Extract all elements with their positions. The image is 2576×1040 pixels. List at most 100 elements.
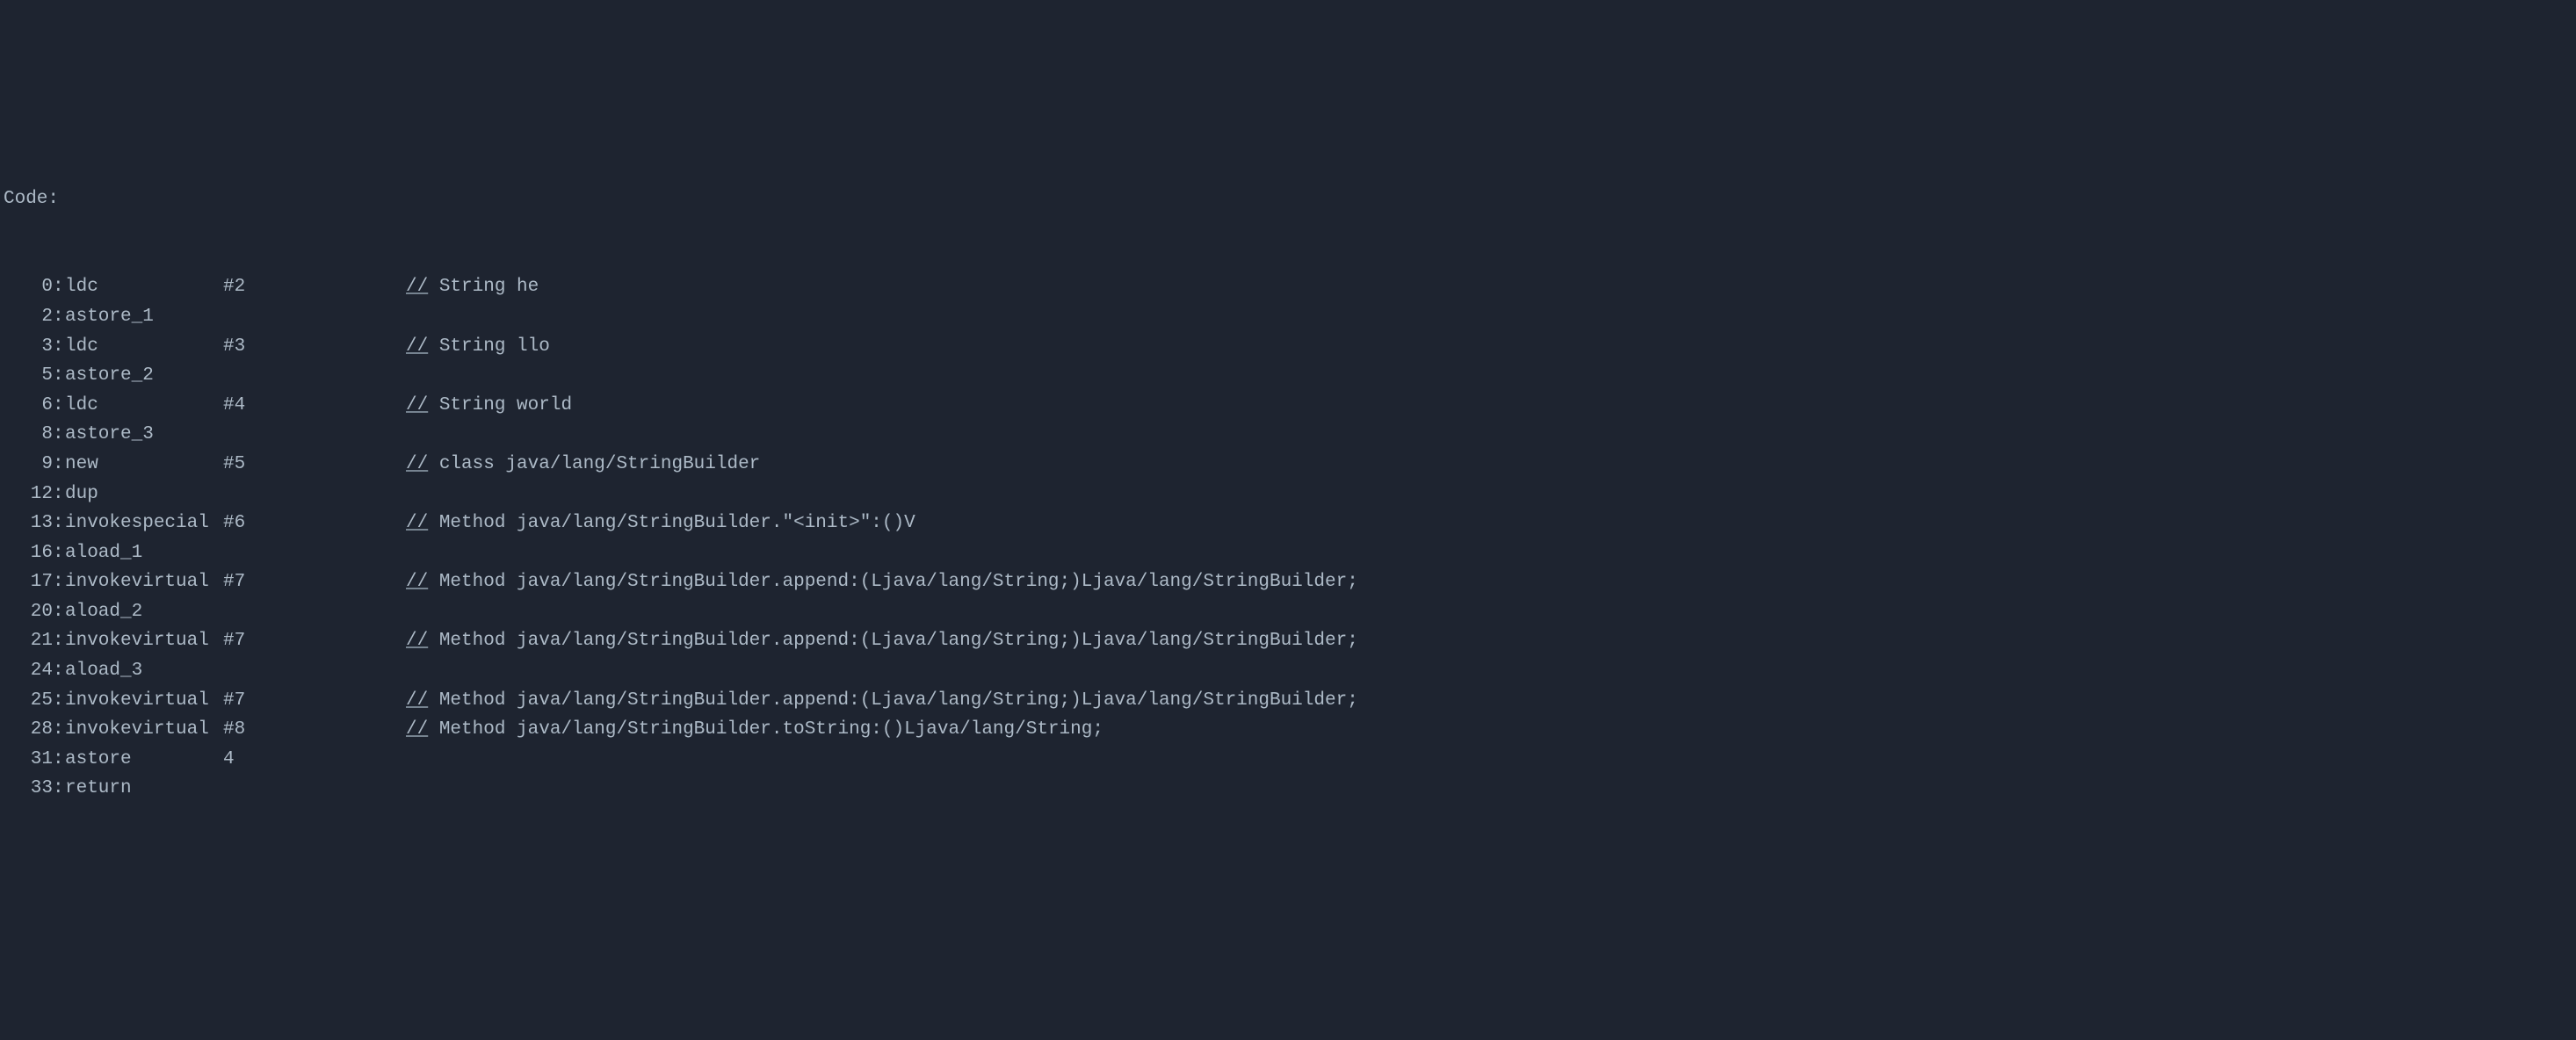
- instruction: astore_1: [65, 302, 223, 332]
- instruction: astore: [65, 745, 223, 775]
- colon: :: [53, 332, 65, 362]
- code-header: Code:: [0, 184, 2576, 214]
- instruction: astore_2: [65, 361, 223, 391]
- operand: #5: [223, 450, 406, 480]
- operand: #7: [223, 686, 406, 716]
- offset: 17: [0, 567, 53, 597]
- comment-prefix: //: [406, 626, 428, 656]
- colon: :: [53, 450, 65, 480]
- comment: Method java/lang/StringBuilder.toString:…: [428, 715, 1103, 745]
- bytecode-line: 25: invokevirtual#7// Method java/lang/S…: [0, 686, 2576, 716]
- operand: #8: [223, 715, 406, 745]
- comment-prefix: //: [406, 391, 428, 421]
- offset: 21: [0, 626, 53, 656]
- colon: :: [53, 480, 65, 509]
- offset: 0: [0, 272, 53, 302]
- bytecode-line: 20: aload_2: [0, 597, 2576, 627]
- comment-prefix: //: [406, 686, 428, 716]
- colon: :: [53, 656, 65, 686]
- bytecode-line: 2: astore_1: [0, 302, 2576, 332]
- comment: Method java/lang/StringBuilder.append:(L…: [428, 686, 1358, 716]
- colon: :: [53, 302, 65, 332]
- instruction: dup: [65, 480, 223, 509]
- colon: :: [53, 538, 65, 568]
- bytecode-line: 24: aload_3: [0, 656, 2576, 686]
- instruction: invokevirtual: [65, 715, 223, 745]
- instruction: ldc: [65, 332, 223, 362]
- operand: #2: [223, 272, 406, 302]
- bytecode-lines: 0: ldc#2// String he2: astore_13: ldc#3/…: [0, 272, 2576, 804]
- comment: class java/lang/StringBuilder: [428, 450, 760, 480]
- bytecode-line: 31: astore4: [0, 745, 2576, 775]
- instruction: new: [65, 450, 223, 480]
- instruction: invokevirtual: [65, 686, 223, 716]
- offset: 25: [0, 686, 53, 716]
- instruction: aload_3: [65, 656, 223, 686]
- bytecode-line: 0: ldc#2// String he: [0, 272, 2576, 302]
- bytecode-line: 17: invokevirtual#7// Method java/lang/S…: [0, 567, 2576, 597]
- bytecode-line: 5: astore_2: [0, 361, 2576, 391]
- colon: :: [53, 686, 65, 716]
- colon: :: [53, 597, 65, 627]
- offset: 24: [0, 656, 53, 686]
- offset: 8: [0, 420, 53, 450]
- offset: 6: [0, 391, 53, 421]
- header-text: Code:: [4, 184, 59, 214]
- instruction: aload_2: [65, 597, 223, 627]
- colon: :: [53, 391, 65, 421]
- comment-prefix: //: [406, 715, 428, 745]
- colon: :: [53, 509, 65, 538]
- comment-prefix: //: [406, 332, 428, 362]
- colon: :: [53, 361, 65, 391]
- bytecode-line: 21: invokevirtual#7// Method java/lang/S…: [0, 626, 2576, 656]
- operand: #3: [223, 332, 406, 362]
- offset: 31: [0, 745, 53, 775]
- instruction: astore_3: [65, 420, 223, 450]
- instruction: invokevirtual: [65, 567, 223, 597]
- colon: :: [53, 715, 65, 745]
- instruction: ldc: [65, 391, 223, 421]
- bytecode-line: 9: new#5// class java/lang/StringBuilder: [0, 450, 2576, 480]
- operand: 4: [223, 745, 406, 775]
- bytecode-line: 12: dup: [0, 480, 2576, 509]
- operand: #7: [223, 567, 406, 597]
- colon: :: [53, 774, 65, 804]
- comment: Method java/lang/StringBuilder.append:(L…: [428, 626, 1358, 656]
- bytecode-line: 6: ldc#4// String world: [0, 391, 2576, 421]
- operand: #7: [223, 626, 406, 656]
- offset: 28: [0, 715, 53, 745]
- comment: String llo: [428, 332, 550, 362]
- offset: 13: [0, 509, 53, 538]
- colon: :: [53, 420, 65, 450]
- operand: #6: [223, 509, 406, 538]
- offset: 20: [0, 597, 53, 627]
- comment-prefix: //: [406, 450, 428, 480]
- colon: :: [53, 567, 65, 597]
- instruction: invokevirtual: [65, 626, 223, 656]
- comment: String he: [428, 272, 539, 302]
- offset: 33: [0, 774, 53, 804]
- comment: Method java/lang/StringBuilder."<init>":…: [428, 509, 915, 538]
- colon: :: [53, 626, 65, 656]
- bytecode-line: 8: astore_3: [0, 420, 2576, 450]
- offset: 5: [0, 361, 53, 391]
- offset: 2: [0, 302, 53, 332]
- comment-prefix: //: [406, 567, 428, 597]
- bytecode-line: 3: ldc#3// String llo: [0, 332, 2576, 362]
- bytecode-line: 28: invokevirtual#8// Method java/lang/S…: [0, 715, 2576, 745]
- comment: Method java/lang/StringBuilder.append:(L…: [428, 567, 1358, 597]
- offset: 12: [0, 480, 53, 509]
- colon: :: [53, 745, 65, 775]
- bytecode-listing: Code: 0: ldc#2// String he2: astore_13: …: [0, 125, 2576, 833]
- instruction: invokespecial: [65, 509, 223, 538]
- instruction: ldc: [65, 272, 223, 302]
- bytecode-line: 33: return: [0, 774, 2576, 804]
- colon: :: [53, 272, 65, 302]
- offset: 3: [0, 332, 53, 362]
- instruction: aload_1: [65, 538, 223, 568]
- comment-prefix: //: [406, 272, 428, 302]
- offset: 16: [0, 538, 53, 568]
- instruction: return: [65, 774, 223, 804]
- comment-prefix: //: [406, 509, 428, 538]
- operand: #4: [223, 391, 406, 421]
